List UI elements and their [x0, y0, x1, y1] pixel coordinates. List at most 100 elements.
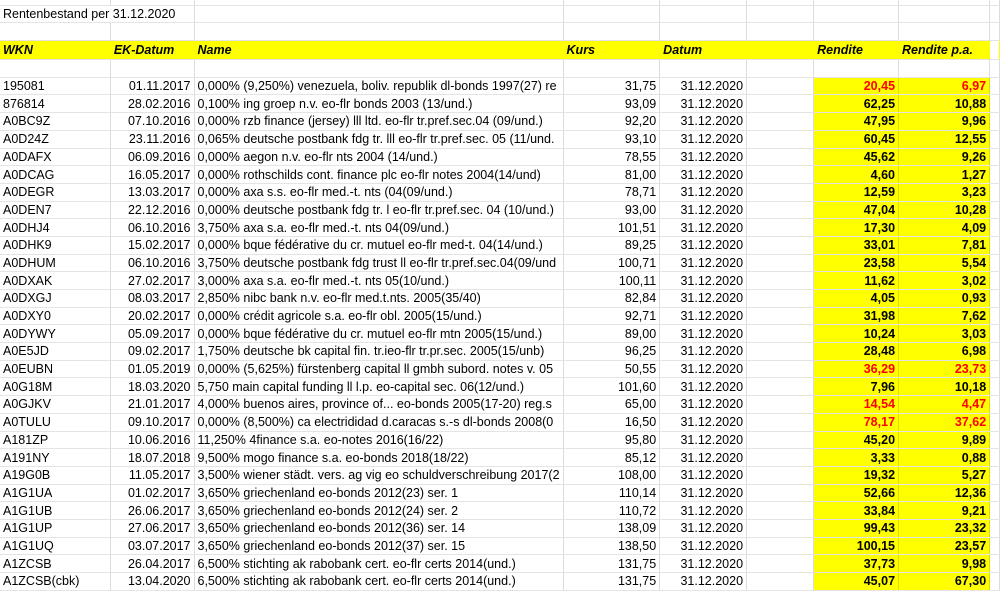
- name-cell[interactable]: 11,250% 4finance s.a. eo-notes 2016(16/2…: [194, 431, 564, 450]
- rendite-pa-cell[interactable]: 67,30: [898, 572, 991, 591]
- name-cell[interactable]: 0,000% rzb finance (jersey) lll ltd. eo-…: [194, 112, 564, 131]
- name-cell[interactable]: 3,000% axa s.a. eo-flr med.-t. nts 05(10…: [194, 271, 564, 290]
- empty-cell[interactable]: [746, 165, 815, 184]
- name-cell[interactable]: 0,100% ing groep n.v. eo-flr bonds 2003 …: [194, 94, 564, 114]
- sheet-title[interactable]: Rentenbestand per 31.12.2020: [0, 5, 195, 24]
- ek-datum-cell[interactable]: 26.06.2017: [110, 501, 195, 520]
- ek-datum-cell[interactable]: 18.03.2020: [110, 377, 195, 397]
- empty-cell[interactable]: [746, 307, 815, 326]
- kurs-cell[interactable]: 110,72: [563, 501, 661, 520]
- empty-cell[interactable]: [989, 307, 1000, 326]
- rendite-pa-cell[interactable]: 10,18: [898, 377, 991, 397]
- name-cell[interactable]: 0,000% (8,500%) ca electrididad d.caraca…: [194, 413, 564, 432]
- kurs-cell[interactable]: 108,00: [563, 466, 661, 485]
- empty-cell[interactable]: [989, 413, 1000, 432]
- empty-cell[interactable]: [989, 236, 1000, 255]
- kurs-cell[interactable]: 95,80: [563, 431, 661, 450]
- empty-cell[interactable]: [746, 431, 815, 450]
- empty-cell[interactable]: [989, 466, 1000, 485]
- rendite-pa-cell[interactable]: 9,96: [898, 112, 991, 131]
- ek-datum-cell[interactable]: 15.02.2017: [110, 236, 195, 255]
- empty-cell[interactable]: [746, 466, 815, 485]
- empty-cell[interactable]: [746, 537, 815, 556]
- name-cell[interactable]: 3,650% griechenland eo-bonds 2012(24) se…: [194, 501, 564, 520]
- rendite-pa-cell[interactable]: 0,93: [898, 289, 991, 308]
- datum-cell[interactable]: 31.12.2020: [659, 218, 748, 237]
- name-cell[interactable]: 0,000% deutsche postbank fdg tr. l eo-fl…: [194, 201, 564, 220]
- rendite-cell[interactable]: 23,58: [813, 254, 900, 273]
- datum-cell[interactable]: 31.12.2020: [659, 112, 748, 131]
- datum-cell[interactable]: 31.12.2020: [659, 466, 748, 485]
- rendite-cell[interactable]: 10,24: [813, 324, 900, 344]
- empty-cell[interactable]: [989, 431, 1000, 450]
- kurs-cell[interactable]: 78,55: [563, 148, 661, 167]
- empty-cell[interactable]: [746, 77, 815, 96]
- rendite-cell[interactable]: 3,33: [813, 448, 900, 467]
- rendite-pa-cell[interactable]: 0,88: [898, 448, 991, 467]
- ek-datum-cell[interactable]: 20.02.2017: [110, 307, 195, 326]
- rendite-cell[interactable]: 45,07: [813, 572, 900, 591]
- name-cell[interactable]: 0,000% bque fédérative du cr. mutuel eo-…: [194, 236, 564, 255]
- empty-cell[interactable]: [746, 501, 815, 520]
- wkn-cell[interactable]: A0G18M: [0, 377, 111, 397]
- empty-cell[interactable]: [746, 201, 815, 220]
- wkn-cell[interactable]: A181ZP: [0, 431, 111, 450]
- name-cell[interactable]: 6,500% stichting ak rabobank cert. eo-fl…: [194, 572, 564, 591]
- rendite-cell[interactable]: 47,04: [813, 201, 900, 220]
- name-cell[interactable]: 0,000% bque fédérative du cr. mutuel eo-…: [194, 324, 564, 344]
- name-cell[interactable]: 0,000% (5,625%) fürstenberg capital ll g…: [194, 360, 564, 379]
- ek-datum-cell[interactable]: 27.02.2017: [110, 271, 195, 290]
- rendite-pa-cell[interactable]: 9,26: [898, 148, 991, 167]
- ek-datum-cell[interactable]: 03.07.2017: [110, 537, 195, 556]
- empty-cell[interactable]: [746, 484, 815, 503]
- datum-cell[interactable]: 31.12.2020: [659, 342, 748, 361]
- datum-cell[interactable]: 31.12.2020: [659, 236, 748, 255]
- kurs-cell[interactable]: 85,12: [563, 448, 661, 467]
- datum-cell[interactable]: 31.12.2020: [659, 307, 748, 326]
- kurs-cell[interactable]: 16,50: [563, 413, 661, 432]
- datum-cell[interactable]: 31.12.2020: [659, 413, 748, 432]
- rendite-pa-cell[interactable]: 5,27: [898, 466, 991, 485]
- rendite-cell[interactable]: 45,62: [813, 148, 900, 167]
- empty-cell[interactable]: [989, 484, 1000, 503]
- rendite-cell[interactable]: 33,01: [813, 236, 900, 255]
- rendite-cell[interactable]: 31,98: [813, 307, 900, 326]
- name-cell[interactable]: 3,750% axa s.a. eo-flr med.-t. nts 04(09…: [194, 218, 564, 237]
- empty-cell[interactable]: [746, 183, 815, 202]
- ek-datum-cell[interactable]: 06.10.2016: [110, 254, 195, 273]
- empty-cell[interactable]: [989, 554, 1000, 573]
- name-cell[interactable]: 0,065% deutsche postbank fdg tr. lll eo-…: [194, 130, 564, 149]
- name-cell[interactable]: 3,650% griechenland eo-bonds 2012(36) se…: [194, 519, 564, 538]
- rendite-pa-cell[interactable]: 9,89: [898, 431, 991, 450]
- empty-cell[interactable]: [746, 448, 815, 467]
- kurs-cell[interactable]: 93,09: [563, 94, 661, 114]
- ek-datum-cell[interactable]: 09.02.2017: [110, 342, 195, 361]
- ek-datum-cell[interactable]: 28.02.2016: [110, 94, 195, 114]
- empty-cell[interactable]: [989, 289, 1000, 308]
- kurs-cell[interactable]: 138,50: [563, 537, 661, 556]
- ek-datum-cell[interactable]: 06.09.2016: [110, 148, 195, 167]
- datum-cell[interactable]: 31.12.2020: [659, 572, 748, 591]
- datum-cell[interactable]: 31.12.2020: [659, 554, 748, 573]
- wkn-cell[interactable]: A0DXAK: [0, 271, 111, 290]
- datum-cell[interactable]: 31.12.2020: [659, 377, 748, 397]
- kurs-cell[interactable]: 92,20: [563, 112, 661, 131]
- rendite-pa-cell[interactable]: 10,28: [898, 201, 991, 220]
- name-cell[interactable]: 1,750% deutsche bk capital fin. tr.ieo-f…: [194, 342, 564, 361]
- rendite-cell[interactable]: 4,05: [813, 289, 900, 308]
- ek-datum-cell[interactable]: 27.06.2017: [110, 519, 195, 538]
- name-cell[interactable]: 3,650% griechenland eo-bonds 2012(37) se…: [194, 537, 564, 556]
- kurs-cell[interactable]: 89,25: [563, 236, 661, 255]
- kurs-cell[interactable]: 81,00: [563, 165, 661, 184]
- empty-cell[interactable]: [989, 201, 1000, 220]
- empty-cell[interactable]: [989, 537, 1000, 556]
- rendite-cell[interactable]: 62,25: [813, 94, 900, 114]
- rendite-pa-cell[interactable]: 6,97: [898, 77, 991, 96]
- name-cell[interactable]: 3,650% griechenland eo-bonds 2012(23) se…: [194, 484, 564, 503]
- wkn-cell[interactable]: A0GJKV: [0, 395, 111, 414]
- rendite-cell[interactable]: 52,66: [813, 484, 900, 503]
- rendite-pa-cell[interactable]: 3,02: [898, 271, 991, 290]
- wkn-cell[interactable]: A0DAFX: [0, 148, 111, 167]
- datum-cell[interactable]: 31.12.2020: [659, 201, 748, 220]
- empty-cell[interactable]: [989, 94, 1000, 114]
